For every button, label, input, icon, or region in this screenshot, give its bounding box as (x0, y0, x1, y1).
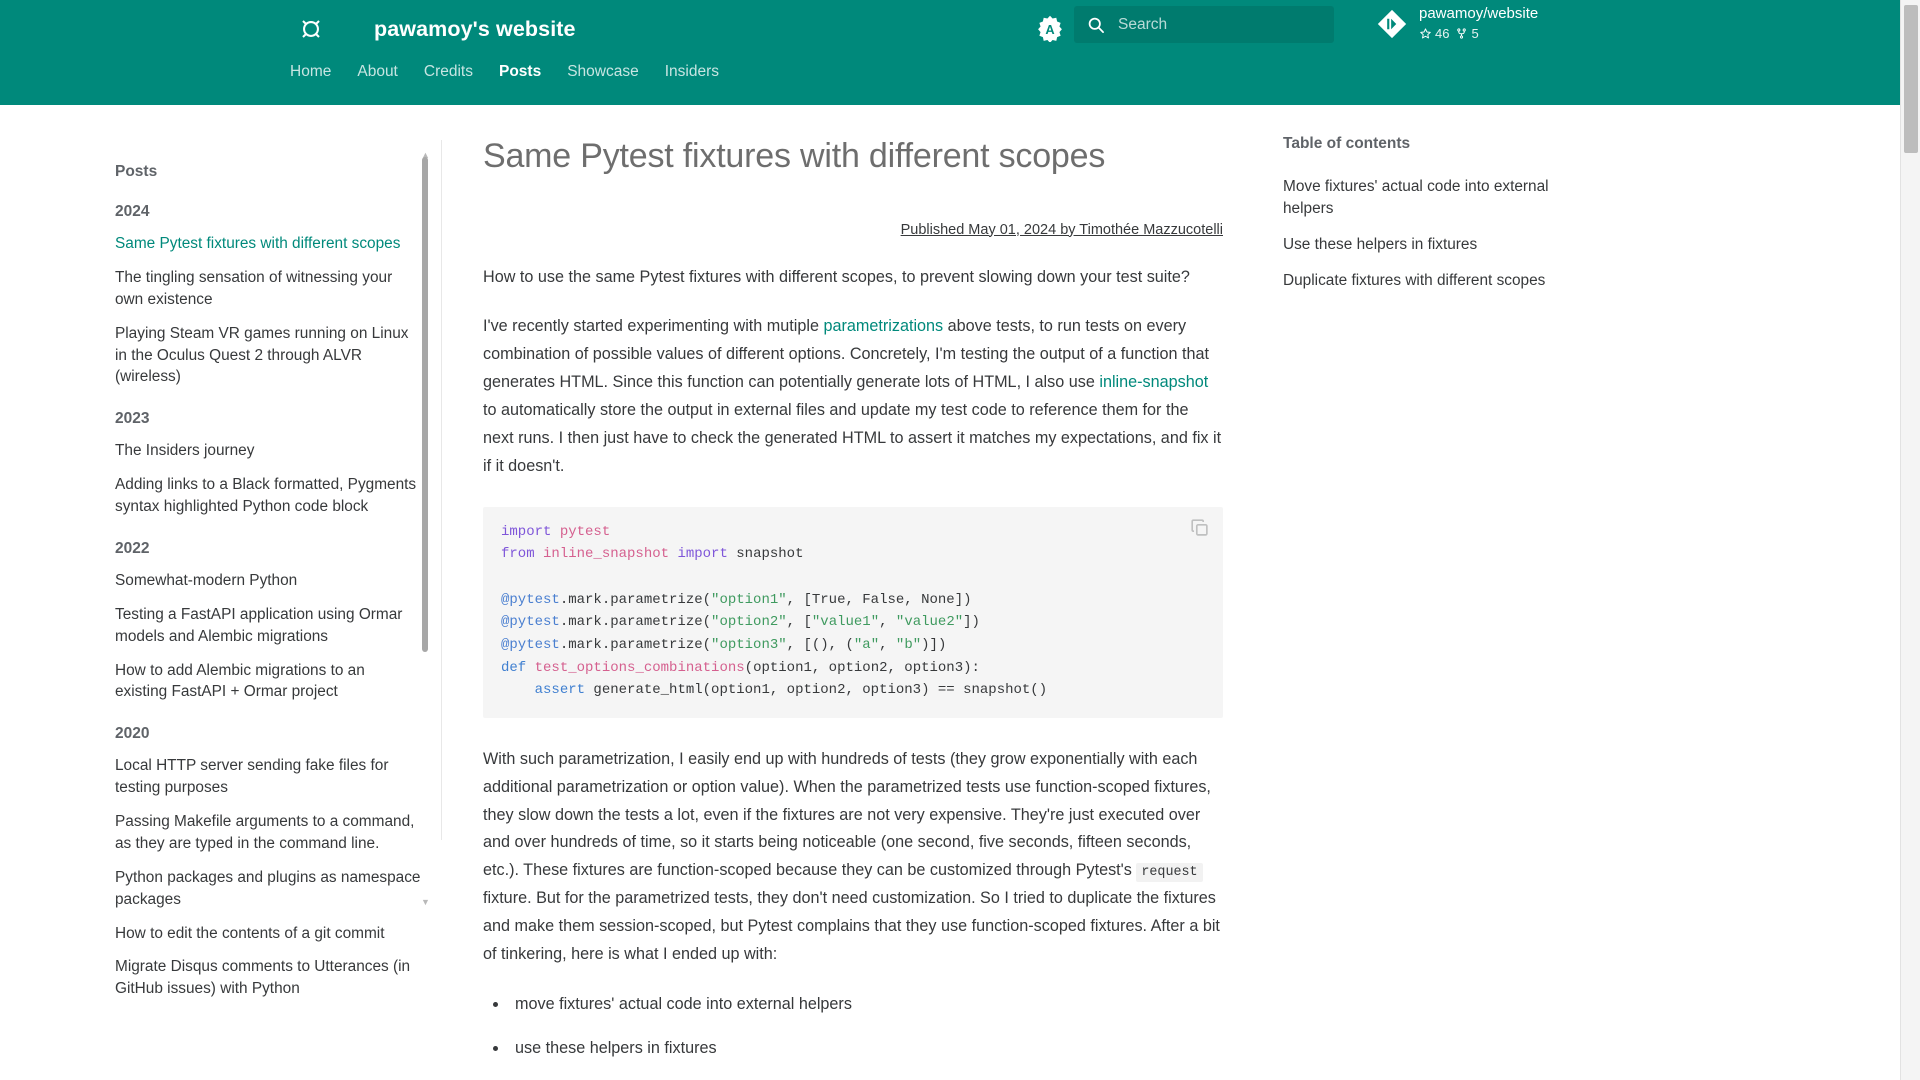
code-block: import pytest from inline_snapshot impor… (483, 506, 1223, 718)
sidebar-item-edit-git-commit[interactable]: How to edit the contents of a git commit (115, 923, 421, 945)
sidebar-divider (441, 140, 442, 840)
header-top-row: pawamoy's website A Search pawamoy/websi… (0, 0, 1900, 58)
link-inline-snapshot[interactable]: inline-snapshot (1099, 373, 1208, 391)
copy-icon[interactable] (1189, 517, 1211, 539)
sidebar-year-2020: 2020 (115, 725, 150, 743)
repo-stars: 46 (1419, 26, 1449, 42)
sidebar-list: 2024 Same Pytest fixtures with different… (115, 203, 421, 1000)
site-header: pawamoy's website A Search pawamoy/websi… (0, 0, 1900, 105)
content-container: Posts ▲ ▼ 2024 Same Pytest fixtures with… (110, 105, 1790, 1080)
browser-scrollbar-thumb[interactable] (1904, 5, 1918, 153)
site-title[interactable]: pawamoy's website (374, 17, 576, 42)
site-logo-icon[interactable] (290, 8, 332, 50)
list-item: use these helpers in fixtures (483, 1035, 1223, 1063)
article-paragraph-2: I've recently started experimenting with… (483, 313, 1223, 480)
sidebar-item-makefile-arguments[interactable]: Passing Makefile arguments to a command,… (115, 811, 421, 855)
sidebar-year-2023: 2023 (115, 410, 150, 428)
repo-meta: pawamoy/website 46 5 (1419, 5, 1538, 42)
paragraph-2-text-c: to automatically store the output in ext… (483, 400, 1222, 475)
sidebar-item-black-pygments[interactable]: Adding links to a Black formatted, Pygme… (115, 474, 421, 518)
repo-name: pawamoy/website (1419, 5, 1539, 22)
svg-text:A: A (1045, 22, 1054, 37)
sidebar-year-2024: 2024 (115, 203, 150, 220)
sidebar-title: Posts (115, 163, 158, 180)
sidebar-item-disqus-utterances[interactable]: Migrate Disqus comments to Utterances (i… (115, 956, 421, 1000)
sidebar-item-insiders-journey[interactable]: The Insiders journey (115, 440, 421, 462)
sidebar-year-2022: 2022 (115, 539, 150, 557)
repo-forks: 5 (1455, 25, 1479, 42)
paragraph-3-text-a: With such parametrization, I easily end … (483, 749, 1211, 880)
page-title: Same Pytest fixtures with different scop… (483, 137, 1106, 175)
browser-scrollbar[interactable] (1900, 0, 1920, 1080)
toc-item-use-helpers[interactable]: Use these helpers in fixtures (1283, 234, 1563, 256)
nav-item-showcase[interactable]: Showcase (567, 58, 639, 81)
nav-item-home[interactable]: Home (290, 58, 331, 81)
sidebar-item-steam-vr[interactable]: Playing Steam VR games running on Linux … (115, 323, 421, 389)
code-content: import pytest from inline_snapshot impor… (501, 523, 1048, 699)
article-byline[interactable]: Published May 01, 2024 by Timothée Mazzu… (483, 222, 1223, 238)
toc-item-duplicate-fixtures[interactable]: Duplicate fixtures with different scopes (1283, 270, 1563, 292)
paragraph-2-text-a: I've recently started experimenting with… (483, 317, 824, 336)
search-box[interactable] (1074, 6, 1334, 43)
repo-stars-count: 46 (1435, 25, 1450, 41)
sidebar-scrollbar[interactable] (422, 157, 428, 652)
nav-item-insiders[interactable]: Insiders (665, 58, 719, 81)
nav-item-posts[interactable]: Posts (499, 58, 541, 81)
star-icon (1420, 28, 1431, 39)
fork-icon (1457, 28, 1467, 39)
search-icon (1074, 6, 1118, 43)
page-body: Posts ▲ ▼ 2024 Same Pytest fixtures with… (0, 105, 1900, 1080)
article-paragraph-1: How to use the same Pytest fixtures with… (483, 267, 1190, 286)
article-paragraph-3: With such parametrization, I easily end … (483, 746, 1223, 969)
sidebar-item-local-http-server[interactable]: Local HTTP server sending fake files for… (115, 755, 421, 799)
primary-nav: Home About Credits Posts Showcase Inside… (0, 58, 1900, 105)
inline-code-request: request (1136, 863, 1203, 883)
list-item: move fixtures' actual code into external… (483, 991, 1223, 1019)
search-input[interactable] (1118, 6, 1318, 43)
sidebar-item-fastapi-ormar-alembic[interactable]: Testing a FastAPI application using Orma… (115, 604, 421, 648)
git-icon (1375, 7, 1409, 41)
sidebar-item-same-pytest-fixtures[interactable]: Same Pytest fixtures with different scop… (115, 233, 421, 255)
repo-forks-count: 5 (1471, 25, 1479, 41)
sidebar-item-namespace-packages[interactable]: Python packages and plugins as namespace… (115, 867, 421, 911)
brightness-auto-icon[interactable]: A (1034, 12, 1066, 44)
sidebar-item-somewhat-modern-python[interactable]: Somewhat-modern Python (115, 570, 421, 592)
table-of-contents: Table of contents Move fixtures' actual … (1243, 105, 1563, 1080)
sidebar-posts-nav: Posts ▲ ▼ 2024 Same Pytest fixtures with… (110, 105, 443, 1080)
article-content: Same Pytest fixtures with different scop… (443, 105, 1243, 1080)
toc-title: Table of contents (1283, 135, 1411, 152)
link-parametrizations[interactable]: parametrizations (823, 317, 943, 335)
toc-item-move-fixtures[interactable]: Move fixtures' actual code into external… (1283, 176, 1563, 220)
repo-stats: 46 5 (1419, 26, 1538, 42)
sidebar-scroll-down-arrow[interactable]: ▼ (421, 898, 430, 907)
article-bullet-list: move fixtures' actual code into external… (483, 991, 1223, 1063)
nav-item-credits[interactable]: Credits (424, 58, 473, 81)
sidebar-item-alembic-migrations[interactable]: How to add Alembic migrations to an exis… (115, 660, 421, 704)
sidebar-item-tingling-sensation[interactable]: The tingling sensation of witnessing you… (115, 267, 421, 311)
repo-link[interactable]: pawamoy/website 46 5 (1375, 5, 1538, 42)
paragraph-3-text-b: fixture. But for the parametrized tests,… (483, 889, 1220, 963)
nav-item-about[interactable]: About (357, 58, 398, 81)
